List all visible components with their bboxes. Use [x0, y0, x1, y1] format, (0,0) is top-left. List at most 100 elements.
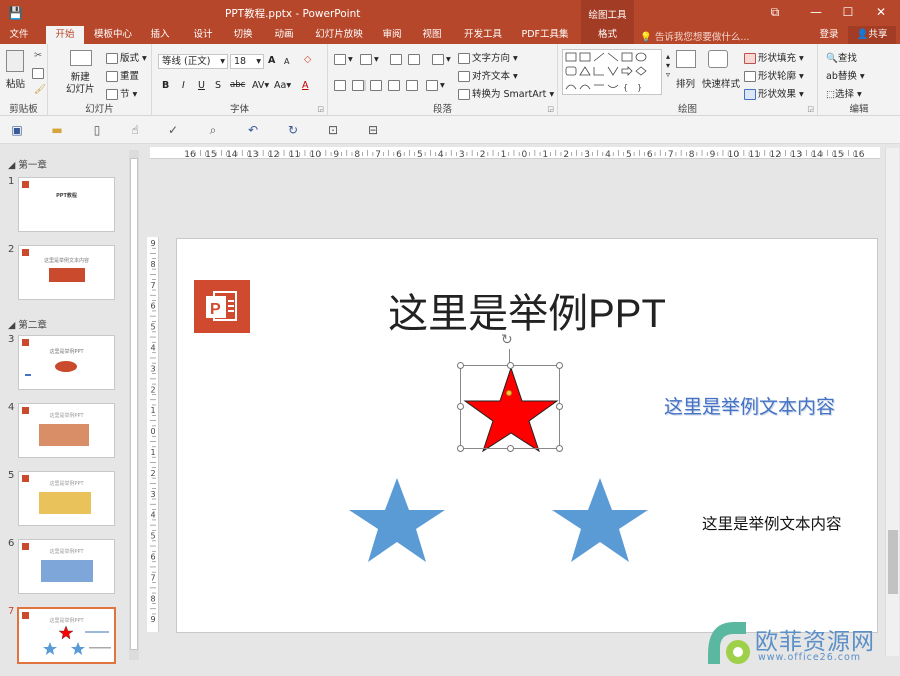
shape-effects-button[interactable]: 形状效果 ▾: [744, 86, 804, 100]
line-spacing-icon[interactable]: ▾: [432, 54, 451, 65]
reset-button[interactable]: 重置: [106, 68, 139, 82]
share-button[interactable]: 👤共享: [848, 26, 896, 44]
align-center-icon[interactable]: [352, 80, 366, 91]
tab-pdf-tools[interactable]: PDF工具集: [520, 26, 570, 44]
rotate-handle-icon[interactable]: ↻: [501, 332, 513, 348]
resize-handle-sw[interactable]: [457, 445, 464, 452]
section-header-1[interactable]: ◢ 第一章: [8, 157, 47, 171]
tab-animations[interactable]: 动画: [271, 26, 297, 44]
restore-ribbon-icon[interactable]: ⧉: [760, 0, 790, 26]
slideshow-from-start-icon[interactable]: ⊡: [326, 123, 340, 137]
new-document-icon[interactable]: ▯: [90, 123, 104, 137]
tab-developer[interactable]: 开发工具: [460, 26, 506, 44]
smartart-button[interactable]: 转换为 SmartArt ▾: [458, 86, 554, 100]
undo-icon[interactable]: ↶: [246, 123, 260, 137]
slideshow-current-icon[interactable]: ⊟: [366, 123, 380, 137]
tab-review[interactable]: 审阅: [379, 26, 405, 44]
columns-icon[interactable]: ▾: [426, 80, 445, 91]
resize-handle-nw[interactable]: [457, 362, 464, 369]
select-button[interactable]: ⬚选择 ▾: [826, 86, 862, 100]
shape-fill-button[interactable]: 形状填充 ▾: [744, 50, 804, 64]
shadow-button[interactable]: S: [215, 80, 221, 91]
change-case-button[interactable]: Aa▾: [274, 80, 291, 91]
quick-styles-button[interactable]: 快速样式: [702, 76, 740, 90]
section-button[interactable]: 节 ▾: [106, 86, 137, 100]
new-slide-button[interactable]: 新建 幻灯片: [66, 72, 95, 96]
slide-thumbnail-3[interactable]: 这里是举例PPT: [18, 335, 115, 390]
open-folder-icon[interactable]: ▬: [50, 123, 64, 137]
bold-button[interactable]: B: [162, 80, 169, 91]
shape-outline-button[interactable]: 形状轮廓 ▾: [744, 68, 804, 82]
font-size-combo[interactable]: 18 ▾: [230, 54, 264, 69]
drawing-launcher-icon[interactable]: ◲: [807, 105, 814, 113]
tell-me-search[interactable]: 💡 告诉我您想要做什么...: [640, 29, 749, 43]
strikethrough-button[interactable]: abc: [230, 80, 245, 90]
slide-thumbnail-1[interactable]: PPT教程: [18, 177, 115, 232]
slide-thumbnail-6[interactable]: 这里是举例PPT: [18, 539, 115, 594]
tab-format[interactable]: 格式: [581, 26, 634, 44]
slide-thumbnail-5[interactable]: 这里是举例PPT: [18, 471, 115, 526]
print-preview-icon[interactable]: ⌕: [206, 123, 220, 137]
grow-font-button[interactable]: A: [268, 55, 275, 66]
tab-file[interactable]: 文件: [4, 26, 34, 44]
redo-icon[interactable]: ↻: [286, 123, 300, 137]
cut-icon[interactable]: ✂: [34, 50, 42, 61]
decrease-indent-icon[interactable]: [390, 54, 404, 65]
layout-button[interactable]: 版式 ▾: [106, 50, 147, 64]
tab-view[interactable]: 视图: [419, 26, 445, 44]
thumbnail-scrollbar-thumb[interactable]: [130, 158, 138, 650]
align-text-button[interactable]: 对齐文本 ▾: [458, 68, 518, 82]
align-right-icon[interactable]: [370, 80, 384, 91]
resize-handle-e[interactable]: [556, 403, 563, 410]
thumbnail-scrollbar[interactable]: [129, 150, 139, 660]
resize-handle-s[interactable]: [507, 445, 514, 452]
adjust-handle[interactable]: [506, 390, 512, 396]
font-name-combo[interactable]: 等线 (正文) ▾: [158, 54, 228, 69]
paste-button[interactable]: 粘贴: [6, 76, 25, 90]
paste-icon[interactable]: [6, 50, 24, 72]
format-painter-icon[interactable]: 🖌: [34, 84, 46, 95]
tab-slideshow[interactable]: 幻灯片放映: [311, 26, 367, 44]
shrink-font-button[interactable]: A: [284, 57, 289, 66]
arrange-button[interactable]: 排列: [676, 76, 695, 90]
underline-button[interactable]: U: [198, 80, 205, 91]
slide-thumbnail-4[interactable]: 这里是举例PPT: [18, 403, 115, 458]
quick-styles-icon[interactable]: [708, 50, 728, 68]
paragraph-launcher-icon[interactable]: ◲: [547, 105, 554, 113]
section-header-2[interactable]: ◢ 第二章: [8, 317, 47, 331]
numbering-icon[interactable]: ▾: [360, 54, 379, 65]
new-slide-icon[interactable]: [70, 50, 92, 66]
tab-home[interactable]: 开始: [46, 26, 84, 44]
resize-handle-n[interactable]: [507, 362, 514, 369]
resize-handle-w[interactable]: [457, 403, 464, 410]
arrange-icon[interactable]: [676, 50, 696, 68]
blue-star-right[interactable]: [552, 478, 648, 562]
close-button[interactable]: ✕: [866, 0, 896, 26]
maximize-button[interactable]: ☐: [833, 0, 863, 26]
slide-thumbnail-2[interactable]: 这里是举例文本内容: [18, 245, 115, 300]
blue-star-left[interactable]: [349, 478, 445, 562]
tab-transitions[interactable]: 切换: [230, 26, 256, 44]
justify-icon[interactable]: [388, 80, 402, 91]
minimize-button[interactable]: —: [801, 0, 831, 26]
slide-canvas[interactable]: P 这里是举例PPT 这里是举例文本内容 这里是举例文本内容 ↻: [176, 238, 878, 633]
tab-insert[interactable]: 插入: [148, 26, 172, 44]
copy-icon[interactable]: [32, 68, 46, 79]
spelling-icon[interactable]: ✓: [166, 123, 180, 137]
tab-template-center[interactable]: 模板中心: [91, 26, 135, 44]
shapes-gallery[interactable]: {}: [562, 49, 662, 95]
replace-button[interactable]: ab替换 ▾: [826, 68, 865, 82]
slide-thumbnail-7[interactable]: 这里是举例PPT: [17, 607, 116, 664]
italic-button[interactable]: I: [182, 80, 185, 91]
clear-format-icon[interactable]: ◇: [304, 54, 311, 65]
resize-handle-se[interactable]: [556, 445, 563, 452]
slide-scrollbar[interactable]: [885, 148, 899, 656]
slide-scrollbar-thumb[interactable]: [888, 530, 898, 594]
touch-mode-icon[interactable]: ☝: [128, 123, 142, 137]
login-link[interactable]: 登录: [814, 26, 844, 44]
distribute-icon[interactable]: [406, 80, 420, 91]
increase-indent-icon[interactable]: [408, 54, 422, 65]
save-icon[interactable]: 💾: [8, 6, 23, 20]
find-button[interactable]: 🔍查找: [826, 50, 857, 64]
align-left-icon[interactable]: [334, 80, 348, 91]
